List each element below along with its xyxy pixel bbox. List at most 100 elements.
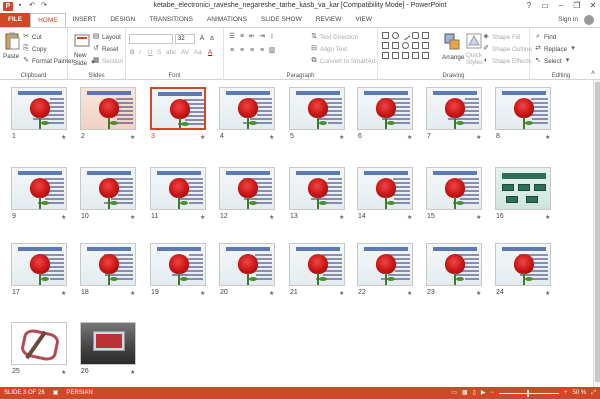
zoom-in-button[interactable]: + <box>564 387 568 399</box>
help-icon[interactable]: ? <box>524 1 534 11</box>
line-shape-icon[interactable] <box>400 30 411 41</box>
quick-styles-dropdown[interactable]: Styles <box>466 59 483 66</box>
zoom-level[interactable]: 50 % <box>573 387 587 399</box>
more-shapes-icon[interactable] <box>422 52 429 59</box>
zoom-out-button[interactable]: − <box>490 387 494 399</box>
hexagon-shape-icon[interactable] <box>412 52 419 59</box>
language-indicator[interactable]: PERSIAN <box>66 387 92 399</box>
slide-thumbnail[interactable] <box>150 243 206 286</box>
transition-star-icon[interactable]: ★ <box>61 214 66 221</box>
transition-star-icon[interactable]: ★ <box>130 214 135 221</box>
tab-review[interactable]: REVIEW <box>309 13 349 27</box>
shrink-font-button[interactable]: a <box>208 35 216 43</box>
vertical-scrollbar[interactable] <box>593 80 600 387</box>
slide-thumbnail[interactable] <box>495 167 551 210</box>
transition-star-icon[interactable]: ★ <box>200 290 205 297</box>
callout-shape-icon[interactable] <box>392 42 399 49</box>
slide-thumbnail[interactable] <box>80 167 136 210</box>
convert-smartart-button[interactable]: ⧉ Convert to SmartArt <box>310 57 376 65</box>
transition-star-icon[interactable]: ★ <box>339 214 344 221</box>
slide-thumbnail[interactable] <box>289 243 345 286</box>
zoom-slider-knob[interactable] <box>526 389 529 397</box>
shape-effects-button[interactable]: ◐ Shape Effects <box>482 57 531 65</box>
find-button[interactable]: ⌕ Find <box>534 33 556 41</box>
strikethrough-button[interactable]: abc <box>166 49 176 56</box>
slide-thumbnail[interactable] <box>357 243 413 286</box>
italic-button[interactable]: I <box>139 49 141 56</box>
shape-fill-button[interactable]: ◈ Shape Fill <box>482 33 520 41</box>
slide-thumbnail[interactable] <box>11 322 67 365</box>
new-slide-button[interactable]: New <box>74 52 87 59</box>
slide-thumbnail[interactable] <box>426 167 482 210</box>
transition-star-icon[interactable]: ★ <box>407 214 412 221</box>
slide-thumbnail[interactable] <box>150 167 206 210</box>
account-icon[interactable] <box>584 15 594 25</box>
paste-icon[interactable] <box>4 32 20 50</box>
minimize-icon[interactable]: – <box>556 1 566 11</box>
font-color-button[interactable]: A <box>208 49 212 56</box>
copy-button[interactable]: ⎘ Copy <box>22 45 47 53</box>
transition-star-icon[interactable]: ★ <box>130 369 135 376</box>
transition-star-icon[interactable]: ★ <box>269 214 274 221</box>
transition-star-icon[interactable]: ★ <box>61 369 66 376</box>
select-button[interactable]: ↖ Select ▾ <box>534 57 572 65</box>
transition-star-icon[interactable]: ★ <box>545 290 550 297</box>
chevron-shape-icon[interactable] <box>402 52 409 59</box>
slide-thumbnail[interactable] <box>289 167 345 210</box>
quick-styles-button[interactable]: Quick <box>466 52 482 59</box>
restore-icon[interactable]: ❐ <box>572 1 582 11</box>
transition-star-icon[interactable]: ★ <box>407 134 412 141</box>
tab-transitions[interactable]: TRANSITIONS <box>142 13 200 27</box>
scrollbar-thumb[interactable] <box>595 82 600 382</box>
alignment-buttons[interactable]: ≡ ≡ ≡ ≡ ▥ <box>228 47 276 55</box>
rounded-rect-shape-icon[interactable] <box>412 32 419 39</box>
underline-button[interactable]: U <box>148 49 153 56</box>
pentagon-shape-icon[interactable] <box>392 52 399 59</box>
shape-outline-button[interactable]: ✐ Shape Outline <box>482 45 532 53</box>
arrange-icon[interactable] <box>444 33 460 51</box>
transition-star-icon[interactable]: ★ <box>269 290 274 297</box>
font-name-box[interactable] <box>129 34 173 44</box>
transition-star-icon[interactable]: ★ <box>269 134 274 141</box>
format-painter-button[interactable]: ✎ Format Painter <box>22 57 74 65</box>
slide-thumbnail[interactable] <box>219 167 275 210</box>
transition-star-icon[interactable]: ★ <box>339 134 344 141</box>
char-spacing-button[interactable]: AV <box>181 49 189 56</box>
circle-shape-icon[interactable] <box>402 42 409 49</box>
grow-font-button[interactable]: A <box>198 35 206 43</box>
transition-star-icon[interactable]: ★ <box>130 290 135 297</box>
slide-thumbnail[interactable] <box>11 87 67 130</box>
reading-view-icon[interactable]: ▯ <box>473 387 476 399</box>
slide-thumbnail[interactable] <box>357 87 413 130</box>
shapes-gallery[interactable] <box>382 30 438 62</box>
paste-button[interactable]: Paste <box>3 53 19 60</box>
slide-thumbnail[interactable] <box>80 322 136 365</box>
oval-shape-icon[interactable] <box>392 32 399 39</box>
shadow-button[interactable]: S <box>157 49 161 56</box>
tab-insert[interactable]: INSERT <box>66 13 104 27</box>
arrange-button[interactable]: Arrange <box>442 54 464 61</box>
slide-thumbnail[interactable] <box>357 167 413 210</box>
arrow-shape-icon[interactable] <box>382 42 389 49</box>
text-direction-button[interactable]: ⇅ Text Direction <box>310 33 358 41</box>
slide-thumbnail[interactable] <box>289 87 345 130</box>
close-icon[interactable]: ✕ <box>588 1 598 11</box>
proofing-icon[interactable]: ▣ <box>53 387 59 399</box>
slide-thumbnail[interactable] <box>495 87 551 130</box>
transition-star-icon[interactable]: ★ <box>130 134 135 141</box>
slide-sorter-view-icon[interactable]: ▦ <box>462 387 468 399</box>
quick-styles-icon[interactable] <box>466 33 482 51</box>
zoom-slider[interactable] <box>498 389 559 397</box>
collapse-ribbon-button[interactable]: ˄ <box>589 70 597 78</box>
transition-star-icon[interactable]: ★ <box>61 134 66 141</box>
transition-star-icon[interactable]: ★ <box>545 214 550 221</box>
slide-thumbnail[interactable] <box>11 243 67 286</box>
fit-slide-icon[interactable]: ⤢ <box>591 387 596 399</box>
slide-thumbnail[interactable] <box>150 87 206 130</box>
curve-shape-icon[interactable] <box>382 52 389 59</box>
tab-design[interactable]: DESIGN <box>103 13 142 27</box>
tab-animations[interactable]: ANIMATIONS <box>200 13 254 27</box>
cut-button[interactable]: ✂ Cut <box>22 33 42 41</box>
tab-file[interactable]: FILE <box>0 13 31 27</box>
new-slide-icon[interactable] <box>74 32 90 50</box>
